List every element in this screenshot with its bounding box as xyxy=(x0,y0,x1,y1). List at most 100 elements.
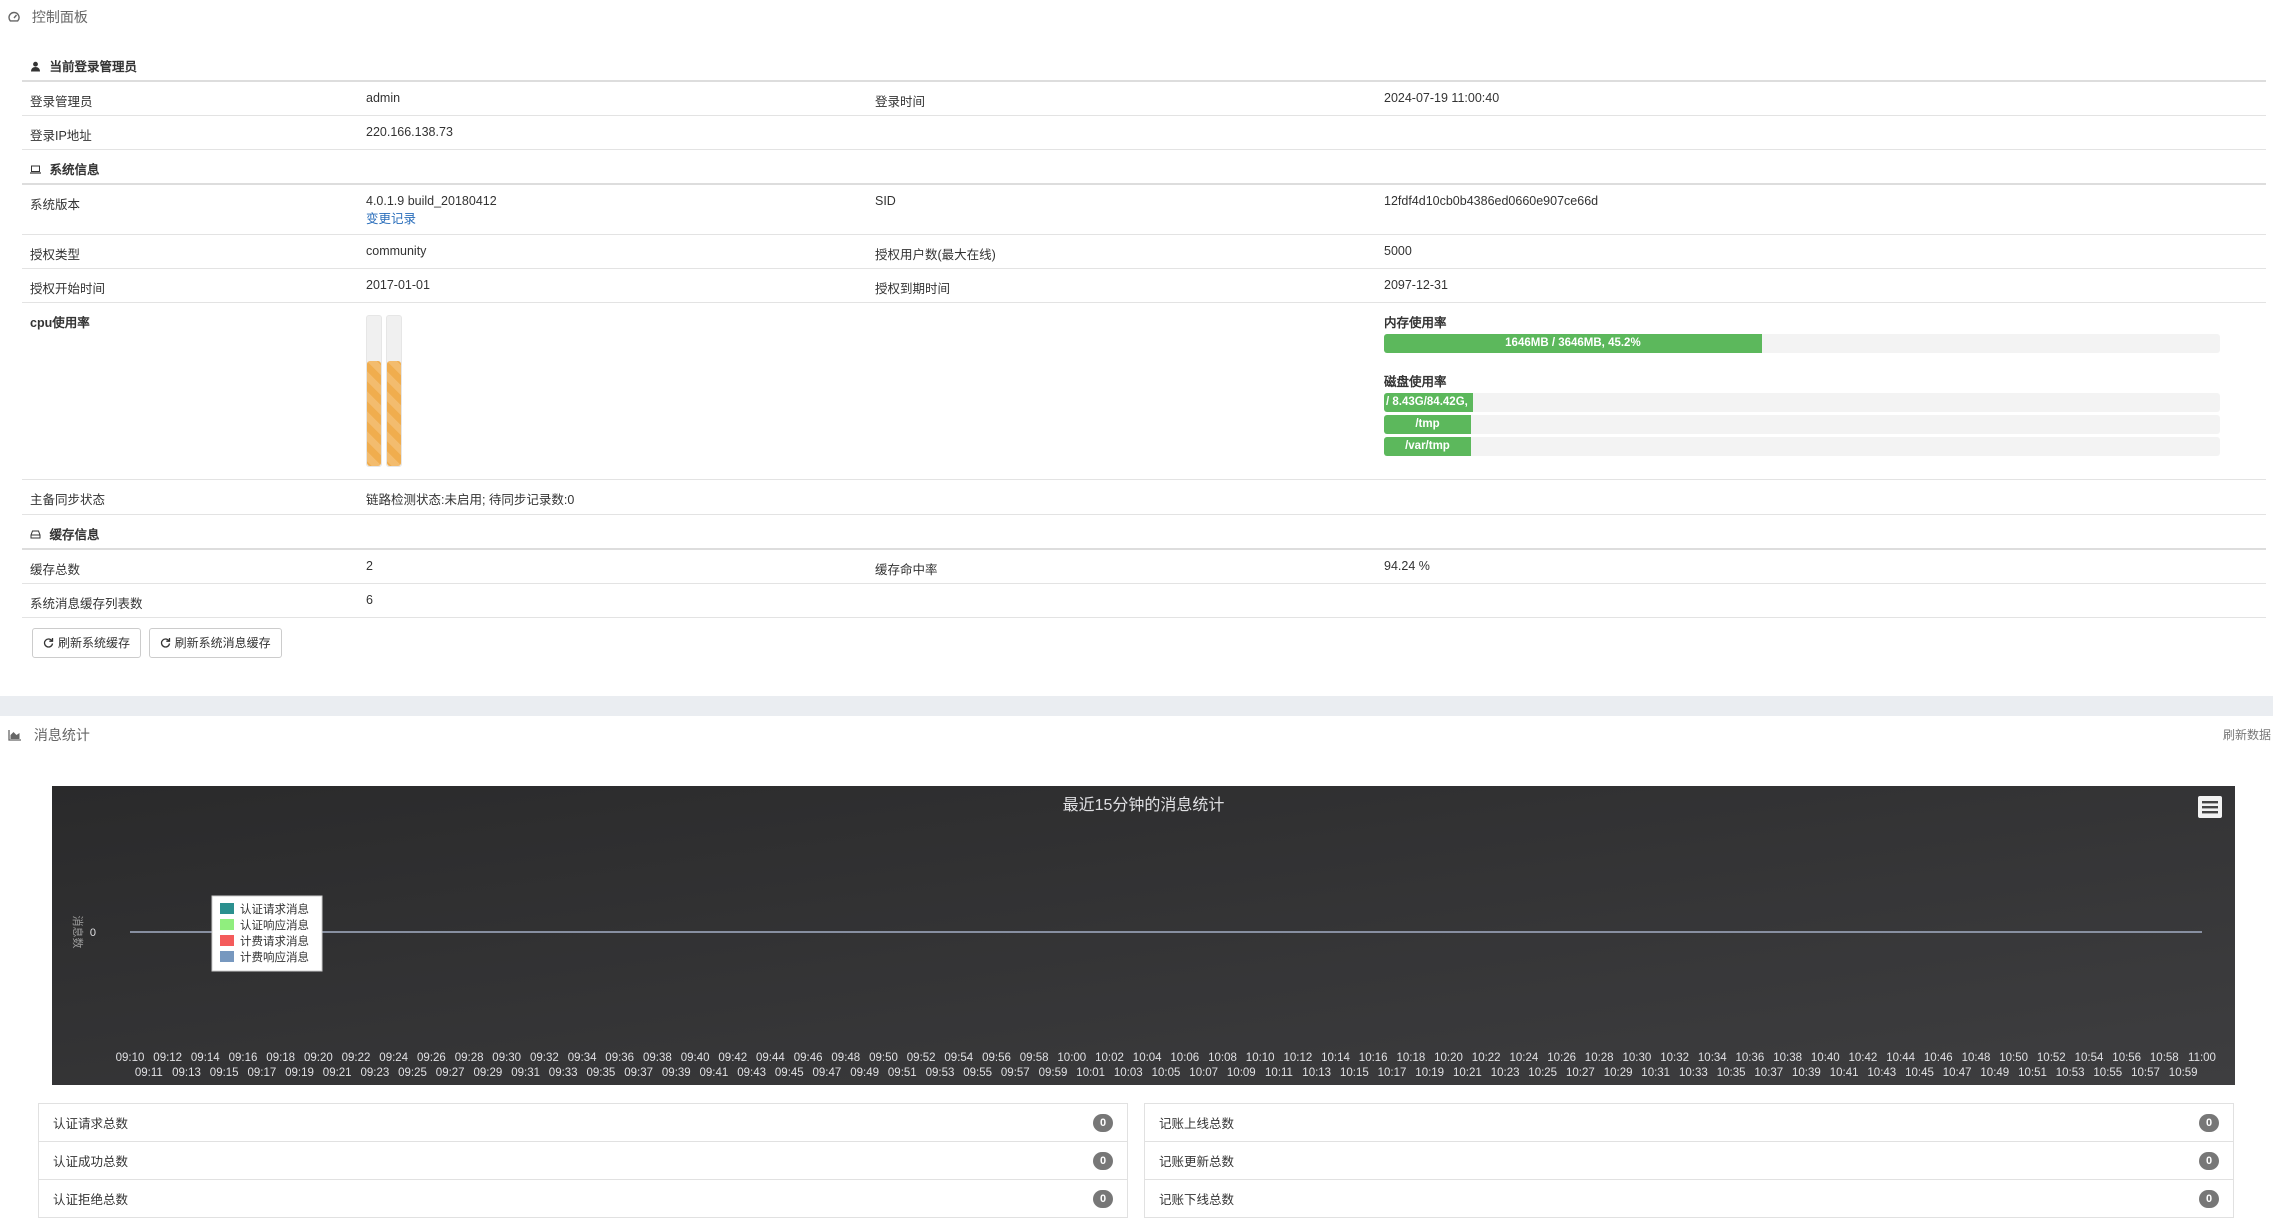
disk-tmp-text: /tmp xyxy=(1384,414,1471,434)
x-tick-label: 09:26 xyxy=(417,1052,446,1064)
hdd-icon xyxy=(30,530,41,538)
x-tick-label: 10:09 xyxy=(1227,1067,1256,1079)
refresh-msg-cache-button[interactable]: 刷新系统消息缓存 xyxy=(148,628,282,658)
legend-swatch-2 xyxy=(220,935,234,946)
x-tick-label: 10:27 xyxy=(1566,1067,1595,1079)
refresh-icon xyxy=(160,638,170,648)
x-tick-label: 09:14 xyxy=(191,1052,220,1064)
x-tick-label: 09:48 xyxy=(831,1052,860,1064)
message-stats-header: 消息统计 刷新数据 xyxy=(0,718,2273,752)
license-end-value: 2097-12-31 xyxy=(1376,268,2266,303)
x-tick-label: 10:39 xyxy=(1792,1067,1821,1079)
legend-label-1: 认证响应消息 xyxy=(240,918,309,932)
disk-root-text: / 8.43G/84.42G, xyxy=(1384,392,1473,412)
stat-row: 记账下线总数 0 xyxy=(1144,1179,2234,1218)
license-period-row: 授权开始时间 2017-01-01 授权到期时间 2097-12-31 xyxy=(22,268,2266,303)
auth-request-total-label: 认证请求总数 xyxy=(53,1117,129,1131)
login-admin-row: 登录管理员 admin 登录时间 2024-07-19 11:00:40 xyxy=(22,81,2266,116)
cache-total-label: 缓存总数 xyxy=(22,549,358,584)
x-tick-label: 10:38 xyxy=(1773,1052,1802,1064)
x-tick-label: 09:38 xyxy=(643,1052,672,1064)
x-tick-label: 10:19 xyxy=(1415,1067,1444,1079)
message-stats-panel: 消息统计 刷新数据 xyxy=(0,718,2273,752)
acct-update-total-label: 记账更新总数 xyxy=(1159,1155,1235,1169)
area-chart-icon xyxy=(8,730,21,741)
x-tick-label: 10:26 xyxy=(1547,1052,1576,1064)
x-tick-label: 09:25 xyxy=(398,1067,427,1079)
x-tick-label: 10:05 xyxy=(1152,1067,1181,1079)
x-tick-label: 09:22 xyxy=(342,1052,371,1064)
x-tick-label: 10:15 xyxy=(1340,1067,1369,1079)
legend-label-3: 计费响应消息 xyxy=(240,950,309,964)
laptop-icon xyxy=(30,165,41,174)
control-panel: 控制面板 xyxy=(0,0,2273,34)
x-tick-label: 09:57 xyxy=(1001,1067,1030,1079)
x-tick-label: 10:25 xyxy=(1528,1067,1557,1079)
x-tick-label: 09:46 xyxy=(794,1052,823,1064)
auth-request-total-badge: 0 xyxy=(1093,1114,1113,1132)
x-tick-label: 10:11 xyxy=(1265,1067,1293,1079)
refresh-cache-label: 刷新系统缓存 xyxy=(58,636,131,650)
version-value: 4.0.1.9 build_20180412 xyxy=(366,194,497,208)
changelog-link[interactable]: 变更记录 xyxy=(366,212,416,226)
auth-success-total-badge: 0 xyxy=(1093,1152,1113,1170)
x-tick-label: 10:04 xyxy=(1133,1052,1162,1064)
acct-stop-total-badge: 0 xyxy=(2199,1190,2219,1208)
system-section-row: 系统信息 xyxy=(22,149,2266,185)
cpu-bar-2 xyxy=(386,314,402,467)
x-tick-label: 09:50 xyxy=(869,1052,898,1064)
x-tick-label: 10:45 xyxy=(1905,1067,1934,1079)
cpu-bars xyxy=(358,302,867,480)
version-row: 系统版本 4.0.1.9 build_20180412 变更记录 SID 12f… xyxy=(22,184,2266,235)
x-tick-label: 10:08 xyxy=(1208,1052,1237,1064)
x-tick-label: 09:58 xyxy=(1020,1052,1049,1064)
message-chart-svg: 最近15分钟的消息统计消息数 0 09:10 09:11 09:12 09:13 09:14… xyxy=(52,786,2235,1085)
x-tick-label: 10:56 xyxy=(2112,1052,2141,1064)
x-tick-label: 09:30 xyxy=(492,1052,521,1064)
mem-usage-text: 1646MB / 3646MB, 45.2% xyxy=(1384,333,1762,353)
x-tick-label: 09:43 xyxy=(737,1067,766,1079)
x-tick-label: 09:13 xyxy=(172,1067,201,1079)
license-type-label: 授权类型 xyxy=(22,234,358,269)
x-tick-label: 10:22 xyxy=(1472,1052,1501,1064)
disk-bar-root: / 8.43G/84.42G, xyxy=(1384,392,2220,412)
cache-total-row: 缓存总数 2 缓存命中率 94.24 % xyxy=(22,549,2266,584)
sid-label: SID xyxy=(867,184,1376,235)
login-ip-row: 登录IP地址 220.166.138.73 xyxy=(22,115,2266,150)
x-tick-label: 10:30 xyxy=(1623,1052,1652,1064)
accounting-stats: 记账上线总数 0 记账更新总数 0 记账下线总数 0 xyxy=(1144,1103,2234,1218)
x-tick-label: 09:54 xyxy=(944,1052,973,1064)
refresh-cache-button[interactable]: 刷新系统缓存 xyxy=(32,628,142,658)
x-tick-label: 10:12 xyxy=(1284,1052,1313,1064)
user-icon xyxy=(31,61,40,72)
x-tick-label: 10:18 xyxy=(1397,1052,1426,1064)
y-tick-label: 0 xyxy=(90,927,96,939)
x-tick-label: 09:47 xyxy=(813,1067,842,1079)
stat-row: 认证拒绝总数 0 xyxy=(38,1179,1128,1218)
license-start-label: 授权开始时间 xyxy=(22,268,358,303)
x-tick-label: 10:24 xyxy=(1510,1052,1539,1064)
login-time-label: 登录时间 xyxy=(867,81,1376,116)
x-tick-label: 09:11 xyxy=(135,1067,163,1079)
x-tick-label: 10:36 xyxy=(1736,1052,1765,1064)
stat-row: 认证请求总数 0 xyxy=(38,1103,1128,1142)
sync-value: 链路检测状态:未启用; 待同步记录数:0 xyxy=(358,479,2266,515)
admin-section-title: 当前登录管理员 xyxy=(49,60,137,74)
x-tick-label: 09:42 xyxy=(718,1052,747,1064)
stat-row: 记账更新总数 0 xyxy=(1144,1141,2234,1180)
x-tick-label: 09:15 xyxy=(210,1067,239,1079)
license-users-value: 5000 xyxy=(1376,234,2266,269)
refresh-data-link[interactable]: 刷新数据 xyxy=(2223,718,2271,752)
x-tick-label: 09:20 xyxy=(304,1052,333,1064)
x-tick-label: 09:39 xyxy=(662,1067,691,1079)
x-tick-label: 09:56 xyxy=(982,1052,1011,1064)
x-tick-label: 10:35 xyxy=(1717,1067,1746,1079)
x-tick-label: 10:43 xyxy=(1867,1067,1896,1079)
x-tick-label: 09:16 xyxy=(229,1052,258,1064)
x-tick-label: 10:29 xyxy=(1604,1067,1633,1079)
x-tick-label: 09:18 xyxy=(266,1052,295,1064)
x-tick-label: 09:44 xyxy=(756,1052,785,1064)
chart-title: 最近15分钟的消息统计 xyxy=(1063,796,1225,814)
auth-reject-total-badge: 0 xyxy=(1093,1190,1113,1208)
acct-start-total-label: 记账上线总数 xyxy=(1159,1117,1235,1131)
